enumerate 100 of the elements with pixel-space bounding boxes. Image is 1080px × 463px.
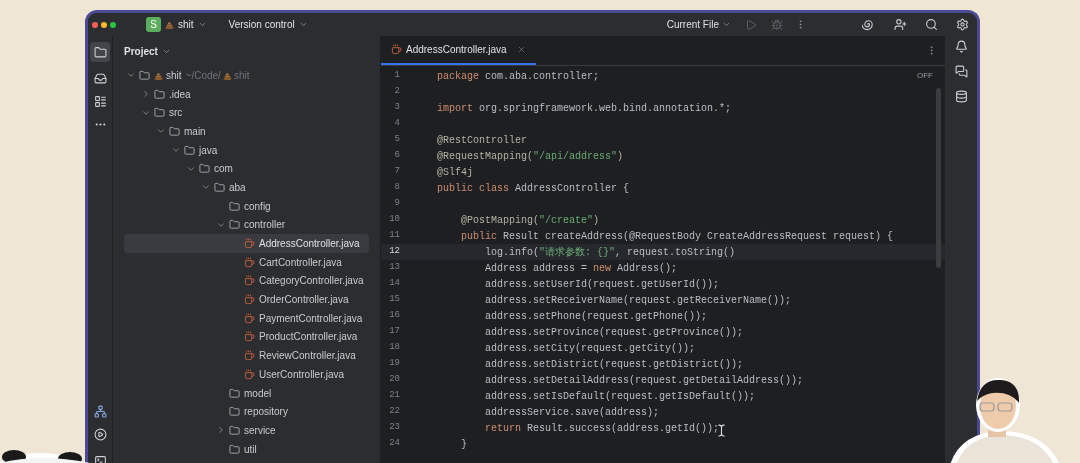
code-line: @Slf4j [437,165,473,180]
code-line: log.info("请求参数: {}", request.toString() [484,245,736,260]
folder-icon [93,45,107,59]
code-line: address.setProvince(request.getProvince()); [484,325,744,340]
tree-item[interactable]: .idea [124,84,369,104]
chat-icon[interactable] [954,65,968,78]
tree-item[interactable]: shit ~/Code/ shit [124,66,369,85]
maximize-window-button[interactable] [110,21,116,28]
line-number: 19 [388,357,400,371]
close-tab-icon[interactable] [516,45,526,54]
tree-item[interactable]: service [124,421,369,440]
java-file-icon [244,312,255,324]
line-number: 11 [388,229,400,243]
database-icon[interactable] [954,90,968,103]
tree-item[interactable]: java [124,140,369,160]
chevron-down-icon [722,20,731,29]
folder-icon [214,181,225,193]
editor-tab[interactable]: AddressController.java [381,36,536,65]
search-icon[interactable] [925,18,938,31]
chevron-right-icon[interactable] [141,89,151,100]
line-number: 13 [388,261,400,275]
code-line: address.setDistrict(request.getDistrict()); [484,357,744,372]
chevron-down-icon [197,20,207,29]
tree-item[interactable]: controller [124,215,369,235]
line-number: 12 [388,245,400,259]
spiral-icon[interactable] [862,18,875,31]
folder-icon [229,406,240,418]
code-line: address.setIsDefault(request.getIsDefault()); [484,389,756,404]
code-line: address.setReceiverName(request.getReceiverName()); [484,293,792,308]
close-window-button[interactable] [92,21,98,28]
folder-icon [184,144,195,156]
code-line: public class AddressController { [437,181,630,196]
folder-icon [229,443,240,455]
folder-icon [154,88,165,100]
folder-icon [229,424,240,436]
line-number: 1 [393,69,400,83]
line-number: 10 [388,213,400,227]
inbox-icon[interactable] [93,72,107,85]
code-line: return Result.success(address.getId()); [484,421,720,436]
tree-item[interactable]: util [124,439,369,459]
tree-item[interactable]: config [124,196,369,216]
java-file-icon [244,256,255,268]
line-number: 3 [393,101,400,115]
tree-item[interactable]: OrderController.java [124,290,369,309]
line-number: 8 [393,181,400,195]
vcs-menu[interactable]: Version control [228,17,308,32]
java-file-icon [244,331,255,343]
tree-item[interactable]: ReviewController.java [124,346,369,365]
structure-icon[interactable] [93,95,107,108]
code-line: @PostMapping("/create") [460,213,600,228]
code-line: address.setDetailAddress(request.getDetailAddress()); [484,373,804,388]
add-user-icon[interactable] [894,18,907,31]
tree-item[interactable]: PaymentController.java [124,308,369,328]
folder-icon [229,200,240,212]
code-line: @RestController [437,133,527,148]
line-number: 17 [388,325,400,339]
run-icon[interactable] [93,428,107,441]
tree-item[interactable]: aba [124,178,369,197]
tree-item[interactable]: AddressController.java [124,234,369,253]
tree-item[interactable]: CartController.java [124,252,369,272]
code-line: package com.aba.controller; [437,69,600,84]
line-number: 23 [388,421,400,435]
code-line: addressService.save(address); [484,405,660,420]
run-config-selector[interactable]: Current File [666,17,731,32]
tree-item[interactable]: UserController.java [124,365,369,384]
line-number: 20 [388,373,400,387]
settings-icon[interactable] [956,18,969,31]
line-number: 9 [393,197,400,211]
folder-icon [169,125,180,137]
network-icon[interactable] [93,405,107,418]
java-file-icon [244,368,255,380]
java-file-icon [391,44,402,55]
poop-icon [165,20,174,29]
line-number: 21 [388,389,400,403]
tree-item[interactable]: src [124,103,369,123]
notifications-icon[interactable] [954,40,968,53]
java-file-icon [244,294,255,306]
inspection-status[interactable]: OFF [917,70,933,82]
line-number: 18 [388,341,400,355]
chevron-right-icon[interactable] [216,425,226,436]
tree-item[interactable]: CategoryController.java [124,271,369,291]
project-tool-button[interactable] [90,42,110,62]
line-number: 4 [393,117,400,131]
tree-item[interactable]: model [124,383,369,403]
project-selector[interactable]: S shit [146,17,207,32]
tree-item[interactable]: main [124,122,369,141]
line-number: 2 [393,85,400,99]
project-panel-title[interactable]: Project [124,43,171,59]
tree-item[interactable]: ProductController.java [124,327,369,347]
folder-icon [229,219,240,231]
project-path: ~/Code/ [185,68,221,83]
code-line: import org.springframework.web.bind.annotation.*; [437,101,732,116]
line-number: 15 [388,293,400,307]
folder-icon [199,163,210,175]
tree-item[interactable]: com [124,159,369,179]
folder-icon [229,387,240,399]
line-number: 6 [393,149,400,163]
tree-item[interactable]: repository [124,402,369,422]
minimize-window-button[interactable] [101,21,107,28]
java-file-icon [244,275,255,287]
